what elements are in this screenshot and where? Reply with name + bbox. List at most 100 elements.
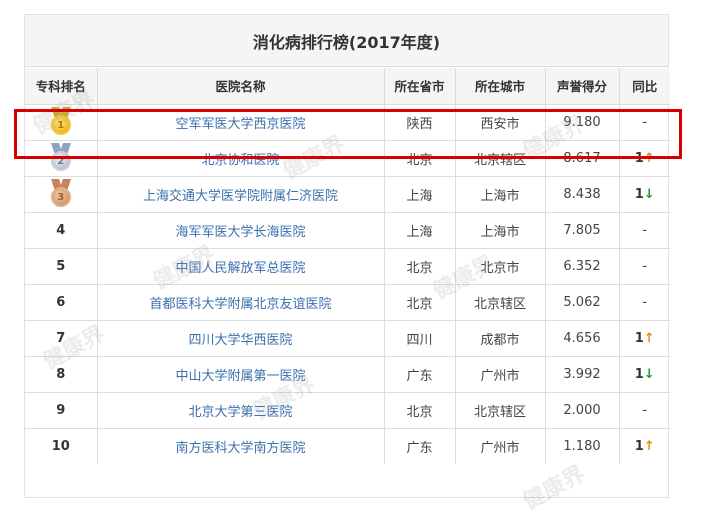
rank-cell: 3: [25, 175, 98, 213]
hospital-name-cell: 四川大学华西医院: [96, 319, 385, 357]
hospital-name-link[interactable]: 北京大学第三医院: [188, 405, 292, 420]
medal-rank-number: 3: [50, 187, 71, 207]
yoy-cell: 1↑: [618, 319, 670, 357]
silver-medal-icon: 2: [50, 143, 71, 173]
column-header-province: 所在省市: [383, 68, 456, 105]
city-cell: 上海市: [454, 211, 546, 249]
province-cell: 北京: [383, 283, 456, 321]
table-row[interactable]: 1 空军军医大学西京医院 陕西 西安市 9.180 -: [25, 103, 670, 141]
yoy-value: 1: [634, 330, 644, 346]
score-cell: 2.000: [544, 391, 620, 429]
table-row[interactable]: 6 首都医科大学附属北京友谊医院 北京 北京辖区 5.062 -: [25, 283, 670, 321]
city-cell: 北京辖区: [454, 283, 546, 321]
yoy-value: -: [642, 258, 648, 274]
yoy-cell: -: [618, 283, 670, 321]
ranking-page: 消化病排行榜(2017年度) 专科排名 医院名称 所在省市 所在城市 声誉得分 …: [0, 0, 705, 528]
rank-cell: 6: [25, 283, 98, 321]
hospital-name-cell: 上海交通大学医学院附属仁济医院: [96, 175, 385, 213]
score-cell: 5.062: [544, 283, 620, 321]
yoy-cell: 1↑: [618, 139, 670, 177]
yoy-value: -: [642, 402, 648, 418]
table-row[interactable]: 4 海军军医大学长海医院 上海 上海市 7.805 -: [25, 211, 670, 249]
table-row[interactable]: 5 中国人民解放军总医院 北京 北京市 6.352 -: [25, 247, 670, 285]
gold-medal-icon: 1: [50, 107, 71, 137]
medal-rank-number: 1: [50, 115, 71, 135]
column-header-yoy: 同比: [618, 68, 670, 105]
hospital-name-link[interactable]: 中山大学附属第一医院: [175, 369, 305, 384]
hospital-name-cell: 首都医科大学附属北京友谊医院: [96, 283, 385, 321]
table-row[interactable]: 3 上海交通大学医学院附属仁济医院 上海 上海市 8.438 1↓: [25, 175, 670, 213]
hospital-name-cell: 中山大学附属第一医院: [96, 355, 385, 393]
rank-cell: 7: [25, 319, 98, 357]
table-row[interactable]: 8 中山大学附属第一医院 广东 广州市 3.992 1↓: [25, 355, 670, 393]
panel-title: 消化病排行榜(2017年度): [25, 15, 668, 67]
yoy-value: -: [642, 294, 648, 310]
rank-cell: 8: [25, 355, 98, 393]
province-cell: 陕西: [383, 103, 456, 141]
score-cell: 4.656: [544, 319, 620, 357]
arrow-down-icon: ↓: [643, 186, 655, 202]
city-cell: 北京辖区: [454, 391, 546, 429]
yoy-value: 1: [634, 366, 644, 382]
province-cell: 广东: [383, 427, 456, 464]
yoy-cell: -: [618, 211, 670, 249]
column-header-rank: 专科排名: [25, 68, 98, 105]
hospital-name-cell: 南方医科大学南方医院: [96, 427, 385, 464]
score-cell: 3.992: [544, 355, 620, 393]
rank-number: 8: [56, 366, 66, 382]
yoy-value: 1: [634, 438, 644, 454]
yoy-cell: -: [618, 247, 670, 285]
table-row[interactable]: 7 四川大学华西医院 四川 成都市 4.656 1↑: [25, 319, 670, 357]
province-cell: 上海: [383, 175, 456, 213]
city-cell: 上海市: [454, 175, 546, 213]
ranking-table: 专科排名 医院名称 所在省市 所在城市 声誉得分 同比 1 空军军医大学西京医院 陕…: [25, 68, 670, 464]
arrow-up-icon: ↑: [643, 438, 655, 454]
ranking-panel: 消化病排行榜(2017年度) 专科排名 医院名称 所在省市 所在城市 声誉得分 …: [24, 14, 670, 498]
rank-number: 10: [51, 438, 70, 454]
yoy-value: 1: [634, 186, 644, 202]
table-row[interactable]: 2 北京协和医院 北京 北京辖区 8.617 1↑: [25, 139, 670, 177]
table-row[interactable]: 10 南方医科大学南方医院 广东 广州市 1.180 1↑: [25, 427, 670, 464]
yoy-value: 1: [634, 150, 644, 166]
province-cell: 四川: [383, 319, 456, 357]
hospital-name-link[interactable]: 南方医科大学南方医院: [175, 441, 305, 456]
yoy-cell: 1↓: [618, 175, 670, 213]
province-cell: 上海: [383, 211, 456, 249]
table-body: 1 空军军医大学西京医院 陕西 西安市 9.180-2 北京协和医院 北京 北京辖区 8.617…: [25, 103, 670, 464]
hospital-name-cell: 空军军医大学西京医院: [96, 103, 385, 141]
score-cell: 8.438: [544, 175, 620, 213]
hospital-name-link[interactable]: 北京协和医院: [201, 153, 279, 168]
rank-number: 5: [56, 258, 66, 274]
column-header-city: 所在城市: [454, 68, 546, 105]
score-cell: 9.180: [544, 103, 620, 141]
table-row[interactable]: 9 北京大学第三医院 北京 北京辖区 2.000 -: [25, 391, 670, 429]
province-cell: 广东: [383, 355, 456, 393]
city-cell: 北京辖区: [454, 139, 546, 177]
rank-number: 4: [56, 222, 66, 238]
hospital-name-link[interactable]: 四川大学华西医院: [188, 333, 292, 348]
hospital-name-link[interactable]: 空军军医大学西京医院: [175, 117, 305, 132]
score-cell: 7.805: [544, 211, 620, 249]
city-cell: 广州市: [454, 355, 546, 393]
province-cell: 北京: [383, 391, 456, 429]
rank-cell: 5: [25, 247, 98, 285]
hospital-name-link[interactable]: 首都医科大学附属北京友谊医院: [149, 297, 331, 312]
medal-rank-number: 2: [50, 151, 71, 171]
rank-cell: 4: [25, 211, 98, 249]
rank-number: 6: [56, 294, 66, 310]
city-cell: 北京市: [454, 247, 546, 285]
rank-number: 7: [56, 330, 66, 346]
province-cell: 北京: [383, 247, 456, 285]
hospital-name-cell: 北京协和医院: [96, 139, 385, 177]
hospital-name-link[interactable]: 中国人民解放军总医院: [175, 261, 305, 276]
column-header-hospital: 医院名称: [96, 68, 385, 105]
hospital-name-link[interactable]: 上海交通大学医学院附属仁济医院: [143, 189, 338, 204]
yoy-value: -: [642, 114, 648, 130]
yoy-cell: -: [618, 391, 670, 429]
yoy-cell: 1↑: [618, 427, 670, 464]
province-cell: 北京: [383, 139, 456, 177]
column-header-score: 声誉得分: [544, 68, 620, 105]
yoy-cell: -: [618, 103, 670, 141]
hospital-name-link[interactable]: 海军军医大学长海医院: [175, 225, 305, 240]
hospital-name-cell: 中国人民解放军总医院: [96, 247, 385, 285]
